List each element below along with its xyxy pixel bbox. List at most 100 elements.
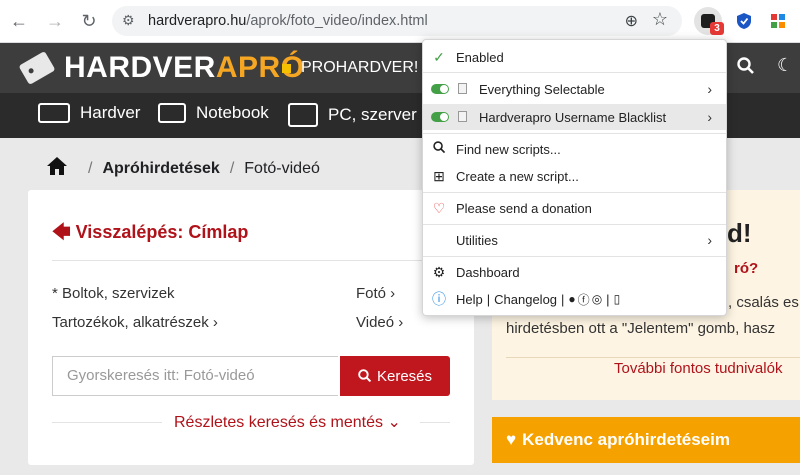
breadcrumb: / Apróhirdetések / Fotó-videó bbox=[46, 156, 320, 182]
category-link-accessories[interactable]: Tartozékok, alkatrészek › bbox=[52, 314, 218, 331]
chevron-right-icon: › bbox=[707, 109, 712, 125]
menu-dashboard[interactable]: ⚙ Dashboard bbox=[423, 259, 726, 285]
divider bbox=[420, 422, 450, 423]
forward-icon[interactable]: → bbox=[42, 8, 68, 34]
heart-outline-icon: ♡ bbox=[432, 199, 446, 216]
menu-find-label: Find new scripts... bbox=[456, 141, 561, 157]
search-icon[interactable] bbox=[737, 57, 755, 80]
menu-dashboard-label: Dashboard bbox=[456, 264, 520, 280]
menu-help-row: ⓘ Help | Changelog | ● ⓕ ◎ | ▯ bbox=[432, 291, 621, 308]
divider bbox=[506, 357, 800, 358]
menu-create-script[interactable]: ⊞ Create a new script... bbox=[423, 163, 726, 189]
instagram-icon[interactable]: ◎ bbox=[592, 292, 602, 306]
advanced-search-label: Részletes keresés és mentés bbox=[174, 414, 383, 431]
back-link[interactable]: 🡄 Visszalépés: Címlap bbox=[52, 220, 248, 250]
nav-item-notebook[interactable]: Notebook bbox=[158, 103, 269, 123]
breadcrumb-item-aprohirdetesek[interactable]: Apróhirdetések bbox=[102, 160, 219, 178]
divider bbox=[52, 422, 162, 423]
menu-create-label: Create a new script... bbox=[456, 168, 579, 184]
home-icon[interactable] bbox=[46, 156, 68, 182]
info-icon: ⓘ bbox=[432, 291, 446, 307]
help-link[interactable]: Help bbox=[456, 292, 483, 307]
menu-script-everything-selectable[interactable]: Everything Selectable › bbox=[423, 76, 726, 102]
category-label: Tartozékok, alkatrészek bbox=[52, 314, 209, 331]
yellow-square-icon bbox=[282, 63, 291, 73]
quick-search: Gyorskeresés itt: Fotó-videó Keresés bbox=[52, 356, 450, 398]
menu-utilities[interactable]: Utilities › bbox=[423, 227, 726, 253]
url-path: /aprok/foto_video/index.html bbox=[246, 13, 428, 29]
divider bbox=[423, 224, 726, 225]
search-icon bbox=[431, 141, 447, 157]
url-text[interactable]: hardverapro.hu/aprok/foto_video/index.ht… bbox=[148, 13, 428, 29]
changelog-link[interactable]: Changelog bbox=[494, 292, 557, 307]
nav-item-label: Notebook bbox=[196, 103, 269, 122]
gear-icon: ⚙ bbox=[432, 263, 446, 280]
github-icon[interactable]: ● bbox=[568, 292, 575, 306]
mobile-icon[interactable]: ▯ bbox=[614, 292, 621, 306]
script-name: Everything Selectable bbox=[479, 81, 605, 97]
nav-item-pc-szerver[interactable]: PC, szerver bbox=[288, 103, 417, 127]
chevron-down-icon: ⌄ bbox=[387, 414, 401, 431]
favorites-label: Kedvenc apróhirdetéseim bbox=[522, 430, 730, 449]
search-button[interactable]: Keresés bbox=[340, 356, 450, 396]
colorful-extension-icon[interactable] bbox=[764, 7, 792, 35]
quick-search-input[interactable]: Gyorskeresés itt: Fotó-videó bbox=[52, 356, 338, 396]
prohardver-label: PROHARDVER! bbox=[301, 59, 419, 76]
toggle-on-icon[interactable] bbox=[431, 112, 449, 122]
nav-item-hardver[interactable]: Hardver bbox=[38, 103, 140, 123]
divider bbox=[423, 192, 726, 193]
menu-find-scripts[interactable]: Find new scripts... bbox=[423, 136, 726, 162]
category-link-photo[interactable]: Fotó › bbox=[356, 285, 395, 302]
gpu-icon bbox=[38, 103, 70, 123]
toggle-on-icon[interactable] bbox=[431, 84, 449, 94]
facebook-icon[interactable]: ⓕ bbox=[578, 291, 590, 308]
prohardver-link[interactable]: PROHARDVER! bbox=[282, 59, 418, 77]
breadcrumb-item-foto-video: Fotó-videó bbox=[244, 160, 320, 177]
info-card-title: d! bbox=[727, 218, 752, 248]
reload-icon[interactable]: ↻ bbox=[76, 8, 102, 34]
chevron-right-icon: › bbox=[707, 81, 712, 97]
nav-item-label: Hardver bbox=[80, 103, 141, 122]
price-tag-icon bbox=[18, 50, 56, 86]
back-link-label: Visszalépés: Címlap bbox=[75, 222, 249, 242]
zoom-icon[interactable]: ⊕ bbox=[625, 11, 638, 31]
category-link-shops[interactable]: * Boltok, szervizek bbox=[52, 285, 175, 302]
menu-enabled-label: Enabled bbox=[456, 49, 504, 65]
nav-item-label: PC, szerver bbox=[328, 105, 417, 124]
bookmark-star-icon[interactable]: ☆ bbox=[652, 9, 668, 30]
menu-utilities-label: Utilities bbox=[456, 232, 498, 248]
shield-extension-icon[interactable] bbox=[730, 7, 758, 35]
heart-icon: ♥ bbox=[506, 430, 517, 449]
check-icon: ✓ bbox=[433, 48, 445, 65]
address-bar[interactable]: ⚙ hardverapro.hu/aprok/foto_video/index.… bbox=[112, 6, 682, 36]
document-icon bbox=[458, 111, 467, 122]
info-card-subtitle: ró? bbox=[734, 260, 759, 277]
menu-script-username-blacklist[interactable]: Hardverapro Username Blacklist › bbox=[423, 104, 726, 130]
menu-donate[interactable]: ♡ Please send a donation bbox=[423, 195, 726, 221]
back-icon[interactable]: ← bbox=[6, 8, 32, 34]
dark-mode-icon[interactable]: ☾ bbox=[777, 55, 793, 76]
divider bbox=[423, 72, 726, 73]
category-label: Fotó bbox=[356, 285, 387, 302]
favorites-header[interactable]: ♥ Kedvenc apróhirdetéseim bbox=[492, 417, 800, 463]
more-info-link[interactable]: További fontos tudnivalók bbox=[614, 360, 782, 377]
search-button-label: Keresés bbox=[376, 367, 433, 385]
site-info-icon[interactable]: ⚙ bbox=[122, 12, 135, 29]
breadcrumb-separator: / bbox=[88, 160, 93, 177]
logo-text-left: HARDVER bbox=[64, 51, 216, 84]
category-link-video[interactable]: Videó › bbox=[356, 314, 403, 331]
plus-square-icon: ⊞ bbox=[433, 167, 445, 184]
info-card-text: hirdetésben ott a "Jelentem" gomb, hasz bbox=[506, 320, 776, 337]
menu-enabled[interactable]: ✓ Enabled bbox=[423, 44, 726, 70]
extension-badge: 3 bbox=[710, 22, 724, 35]
site-logo[interactable]: HARDVERAPRÓ bbox=[18, 50, 305, 86]
desktop-pc-icon bbox=[288, 103, 318, 127]
info-card-text: , csalás es bbox=[728, 294, 799, 311]
chevron-right-icon: › bbox=[707, 232, 712, 248]
advanced-search-link[interactable]: Részletes keresés és mentés ⌄ bbox=[174, 412, 401, 432]
divider bbox=[423, 133, 726, 134]
tampermonkey-menu: ✓ Enabled Everything Selectable › Hardve… bbox=[422, 39, 727, 316]
divider bbox=[52, 260, 450, 261]
laptop-icon bbox=[158, 103, 186, 123]
search-icon bbox=[358, 369, 372, 383]
